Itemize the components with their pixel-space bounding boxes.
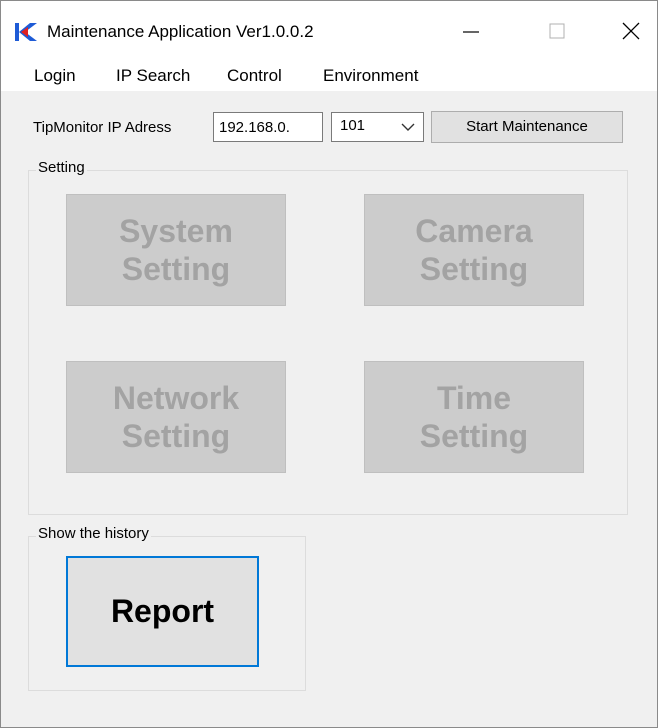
history-group-label: Show the history	[36, 525, 151, 542]
minimize-icon	[463, 31, 479, 33]
menu-login[interactable]: Login	[34, 66, 76, 86]
report-button[interactable]: Report	[66, 556, 259, 667]
close-icon	[622, 22, 640, 40]
menu-control[interactable]: Control	[227, 66, 282, 86]
camera-setting-line1: Camera	[415, 213, 533, 249]
last-octet-value: 101	[340, 117, 366, 134]
system-setting-line1: System	[119, 213, 233, 249]
time-setting-line2: Setting	[419, 418, 529, 454]
minimize-button[interactable]	[441, 1, 501, 61]
camera-setting-button[interactable]: Camera Setting	[364, 194, 584, 306]
maximize-icon	[549, 23, 565, 39]
menu-ip-search[interactable]: IP Search	[116, 66, 190, 86]
setting-group-label: Setting	[36, 159, 87, 176]
maximize-button[interactable]	[527, 1, 587, 61]
app-logo-icon	[15, 23, 37, 41]
menu-bar: Login IP Search Control Environment	[1, 61, 657, 91]
network-setting-line1: Network	[112, 380, 240, 416]
last-octet-select[interactable]: 101	[331, 112, 424, 142]
time-setting-line1: Time	[436, 380, 512, 416]
close-button[interactable]	[601, 1, 657, 61]
chevron-down-icon	[401, 123, 415, 131]
time-setting-button[interactable]: Time Setting	[364, 361, 584, 473]
menu-environment[interactable]: Environment	[323, 66, 418, 86]
window-title: Maintenance Application Ver1.0.0.2	[47, 22, 314, 41]
system-setting-button[interactable]: System Setting	[66, 194, 286, 306]
start-maintenance-button[interactable]: Start Maintenance	[431, 111, 623, 143]
ip-prefix-field[interactable]: 192.168.0.	[213, 112, 323, 142]
network-setting-button[interactable]: Network Setting	[66, 361, 286, 473]
app-window: Maintenance Application Ver1.0.0.2 Login…	[0, 0, 658, 728]
network-setting-line2: Setting	[121, 418, 231, 454]
title-bar[interactable]: Maintenance Application Ver1.0.0.2	[1, 1, 657, 61]
camera-setting-line2: Setting	[419, 251, 529, 287]
ip-address-label: TipMonitor IP Adress	[33, 119, 172, 136]
system-setting-line2: Setting	[121, 251, 231, 287]
